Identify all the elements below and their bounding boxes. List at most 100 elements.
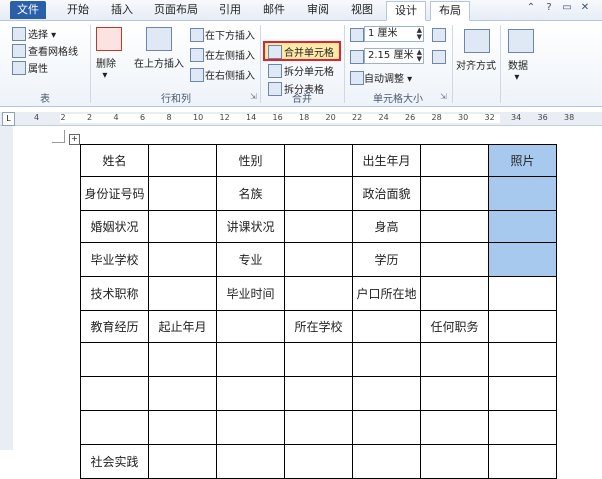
- column-width-input[interactable]: 2.15 厘米 ▲ ▼: [364, 48, 424, 64]
- table-cell[interactable]: [284, 410, 353, 445]
- table-cell[interactable]: 任何职务: [420, 310, 489, 343]
- dialog-launcher-icon[interactable]: ⇲: [440, 92, 447, 101]
- minimize-ribbon-icon[interactable]: ⌃: [522, 2, 540, 13]
- table-cell[interactable]: [352, 376, 421, 411]
- table-cell[interactable]: 毕业学校: [80, 242, 149, 277]
- table-cell[interactable]: [488, 176, 557, 211]
- table-cell[interactable]: [216, 376, 285, 411]
- table-cell[interactable]: [488, 410, 557, 445]
- table-cell[interactable]: [420, 144, 489, 177]
- table-cell[interactable]: 出生年月: [352, 144, 421, 177]
- table-cell[interactable]: [420, 410, 489, 445]
- resume-table[interactable]: 姓名 性别 出生年月 照片身份证号码 名族 政治面貌婚姻状况 讲课状况 身高毕业学校 专业 学历技…: [80, 144, 557, 479]
- table-cell[interactable]: [284, 276, 353, 311]
- table-cell[interactable]: [352, 410, 421, 445]
- restore-icon[interactable]: ▭: [558, 2, 576, 13]
- table-move-handle-icon[interactable]: +: [69, 134, 80, 145]
- properties-button[interactable]: 属性: [28, 60, 48, 75]
- table-cell[interactable]: 姓名: [80, 144, 149, 177]
- table-cell[interactable]: [284, 210, 353, 243]
- table-cell[interactable]: [420, 342, 489, 377]
- delete-button[interactable]: 删除 ▾: [96, 55, 116, 81]
- merge-cells-button[interactable]: 合并单元格: [284, 44, 334, 59]
- tab-references[interactable]: 引用: [212, 1, 248, 19]
- table-cell[interactable]: 专业: [216, 242, 285, 277]
- autofit-button[interactable]: 自动调整 ▾: [364, 70, 412, 85]
- table-cell[interactable]: [148, 144, 217, 177]
- tab-layout[interactable]: 布局: [430, 1, 470, 21]
- table-cell[interactable]: [148, 376, 217, 411]
- insert-left-button[interactable]: 在左侧插入: [205, 47, 255, 62]
- table-cell[interactable]: 毕业时间: [216, 276, 285, 311]
- table-cell[interactable]: [148, 276, 217, 311]
- table-cell[interactable]: [148, 410, 217, 445]
- view-gridlines-button[interactable]: 查看网格线: [28, 43, 78, 58]
- table-cell[interactable]: [488, 342, 557, 377]
- insert-above-button[interactable]: 在上方插入: [134, 55, 184, 70]
- alignment-button[interactable]: 对齐方式: [456, 57, 496, 72]
- table-cell[interactable]: [80, 342, 149, 377]
- table-cell[interactable]: [148, 342, 217, 377]
- distribute-rows-icon[interactable]: [432, 28, 446, 42]
- table-cell[interactable]: 技术职称: [80, 276, 149, 311]
- distribute-columns-icon[interactable]: [432, 50, 446, 64]
- table-cell[interactable]: 政治面貌: [352, 176, 421, 211]
- table-cell[interactable]: [352, 342, 421, 377]
- table-cell[interactable]: [148, 176, 217, 211]
- tab-view[interactable]: 视图: [344, 1, 380, 19]
- table-cell[interactable]: [148, 242, 217, 277]
- table-cell[interactable]: [80, 376, 149, 411]
- table-cell[interactable]: [420, 376, 489, 411]
- table-cell[interactable]: 性别: [216, 144, 285, 177]
- table-cell[interactable]: [148, 210, 217, 243]
- dialog-launcher-icon[interactable]: ⇲: [250, 92, 257, 101]
- table-cell[interactable]: [488, 242, 557, 277]
- table-cell[interactable]: 教育经历: [80, 310, 149, 343]
- split-cells-button[interactable]: 拆分单元格: [284, 63, 334, 78]
- table-cell[interactable]: [420, 176, 489, 211]
- table-cell[interactable]: [488, 310, 557, 343]
- close-icon[interactable]: ✕: [576, 2, 594, 13]
- table-cell[interactable]: [420, 276, 489, 311]
- table-cell[interactable]: 婚姻状况: [80, 210, 149, 243]
- horizontal-ruler[interactable]: L 4 2 2 4 6 8 10 12 14 16 18 20 22 24 26 28 30 32 34 36 38: [0, 112, 602, 126]
- table-cell[interactable]: [216, 310, 285, 343]
- table-cell[interactable]: [488, 210, 557, 243]
- table-cell[interactable]: 身高: [352, 210, 421, 243]
- table-cell[interactable]: [352, 310, 421, 343]
- tab-review[interactable]: 审阅: [300, 1, 336, 19]
- insert-below-button[interactable]: 在下方插入: [205, 27, 255, 42]
- tab-insert[interactable]: 插入: [104, 1, 140, 19]
- table-cell[interactable]: 起止年月: [148, 310, 217, 343]
- tab-mailings[interactable]: 邮件: [256, 1, 292, 19]
- tab-page-layout[interactable]: 页面布局: [148, 1, 204, 19]
- table-cell[interactable]: [216, 342, 285, 377]
- table-cell[interactable]: [216, 410, 285, 445]
- table-cell[interactable]: [420, 210, 489, 243]
- tab-selector-icon[interactable]: L: [2, 112, 15, 126]
- help-icon[interactable]: ?: [540, 2, 558, 13]
- table-cell[interactable]: 讲课状况: [216, 210, 285, 243]
- table-cell[interactable]: [284, 242, 353, 277]
- table-cell[interactable]: [80, 410, 149, 445]
- select-button[interactable]: 选择 ▾: [28, 26, 56, 41]
- insert-right-button[interactable]: 在右侧插入: [205, 67, 255, 82]
- tab-file[interactable]: 文件: [10, 1, 46, 19]
- table-cell[interactable]: 学历: [352, 242, 421, 277]
- table-cell[interactable]: [488, 376, 557, 411]
- table-cell[interactable]: [284, 144, 353, 177]
- table-cell[interactable]: 身份证号码: [80, 176, 149, 211]
- table-cell[interactable]: [284, 342, 353, 377]
- table-cell[interactable]: 名族: [216, 176, 285, 211]
- table-cell[interactable]: [284, 376, 353, 411]
- data-button[interactable]: 数据 ▾: [508, 57, 528, 83]
- tab-design[interactable]: 设计: [386, 1, 426, 21]
- table-cell[interactable]: 所在学校: [284, 310, 353, 343]
- table-cell[interactable]: [488, 276, 557, 311]
- tab-home[interactable]: 开始: [60, 1, 96, 19]
- table-cell[interactable]: 照片: [488, 144, 557, 177]
- vertical-ruler[interactable]: [0, 126, 14, 450]
- table-cell[interactable]: [420, 242, 489, 277]
- row-height-input[interactable]: 1 厘米 ▲ ▼: [364, 26, 424, 42]
- table-cell[interactable]: [284, 176, 353, 211]
